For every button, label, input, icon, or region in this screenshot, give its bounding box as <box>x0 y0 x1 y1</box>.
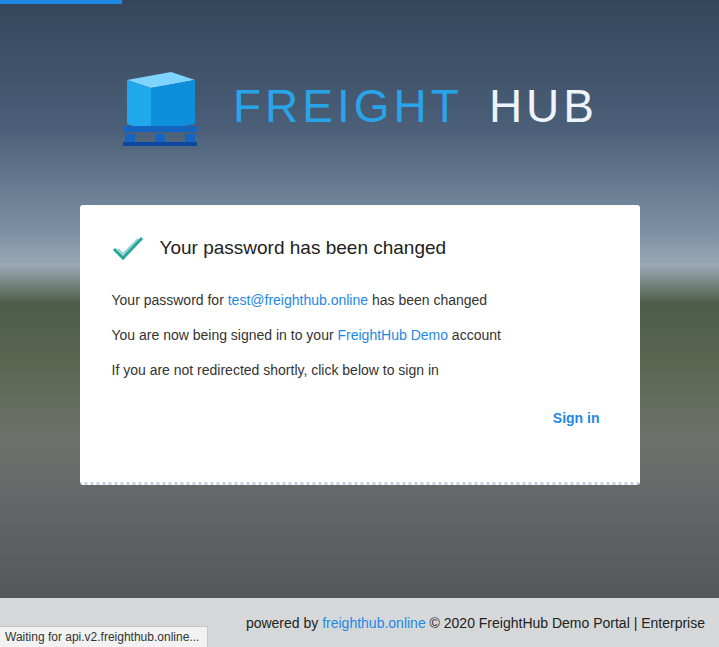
footer-text[interactable]: powered by <box>246 615 322 631</box>
card-title: Your password has been changed <box>160 237 447 259</box>
message-link[interactable]: FreightHub Demo <box>337 327 448 343</box>
message-line: Your password for test@freighthub.online… <box>112 283 600 318</box>
confirmation-card: Your password has been changed Your passw… <box>80 205 640 485</box>
loading-bar-fill <box>0 0 122 4</box>
message-link[interactable]: test@freighthub.online <box>228 292 368 308</box>
box-icon <box>119 64 201 148</box>
check-icon <box>112 235 144 261</box>
message-line: If you are not redirected shortly, click… <box>112 353 600 388</box>
card-header: Your password has been changed <box>112 235 600 261</box>
message-line: You are now being signed in to your Frei… <box>112 318 600 353</box>
footer-text: © 2020 FreightHub Demo Portal | Enterpri… <box>426 615 705 631</box>
logo: FREIGHT HUB <box>119 64 598 148</box>
message-text: Your password for <box>112 292 228 308</box>
card-actions: Sign in <box>112 406 600 430</box>
status-bubble: Waiting for api.v2.freighthub.online... <box>0 626 208 647</box>
logo-word-freight: FREIGHT <box>233 83 463 129</box>
message-text: has been changed <box>368 292 487 308</box>
message-text: You are now being signed in to your <box>112 327 338 343</box>
message-text: account <box>448 327 501 343</box>
logo-word-hub: HUB <box>489 83 598 129</box>
sign-in-link[interactable]: Sign in <box>553 406 600 430</box>
page: FREIGHT HUB Your password has been changed… <box>0 0 719 647</box>
message-text: If you are not redirected shortly, click… <box>112 362 439 378</box>
footer-link[interactable]: freighthub.online <box>322 615 426 631</box>
loading-bar <box>0 0 719 4</box>
